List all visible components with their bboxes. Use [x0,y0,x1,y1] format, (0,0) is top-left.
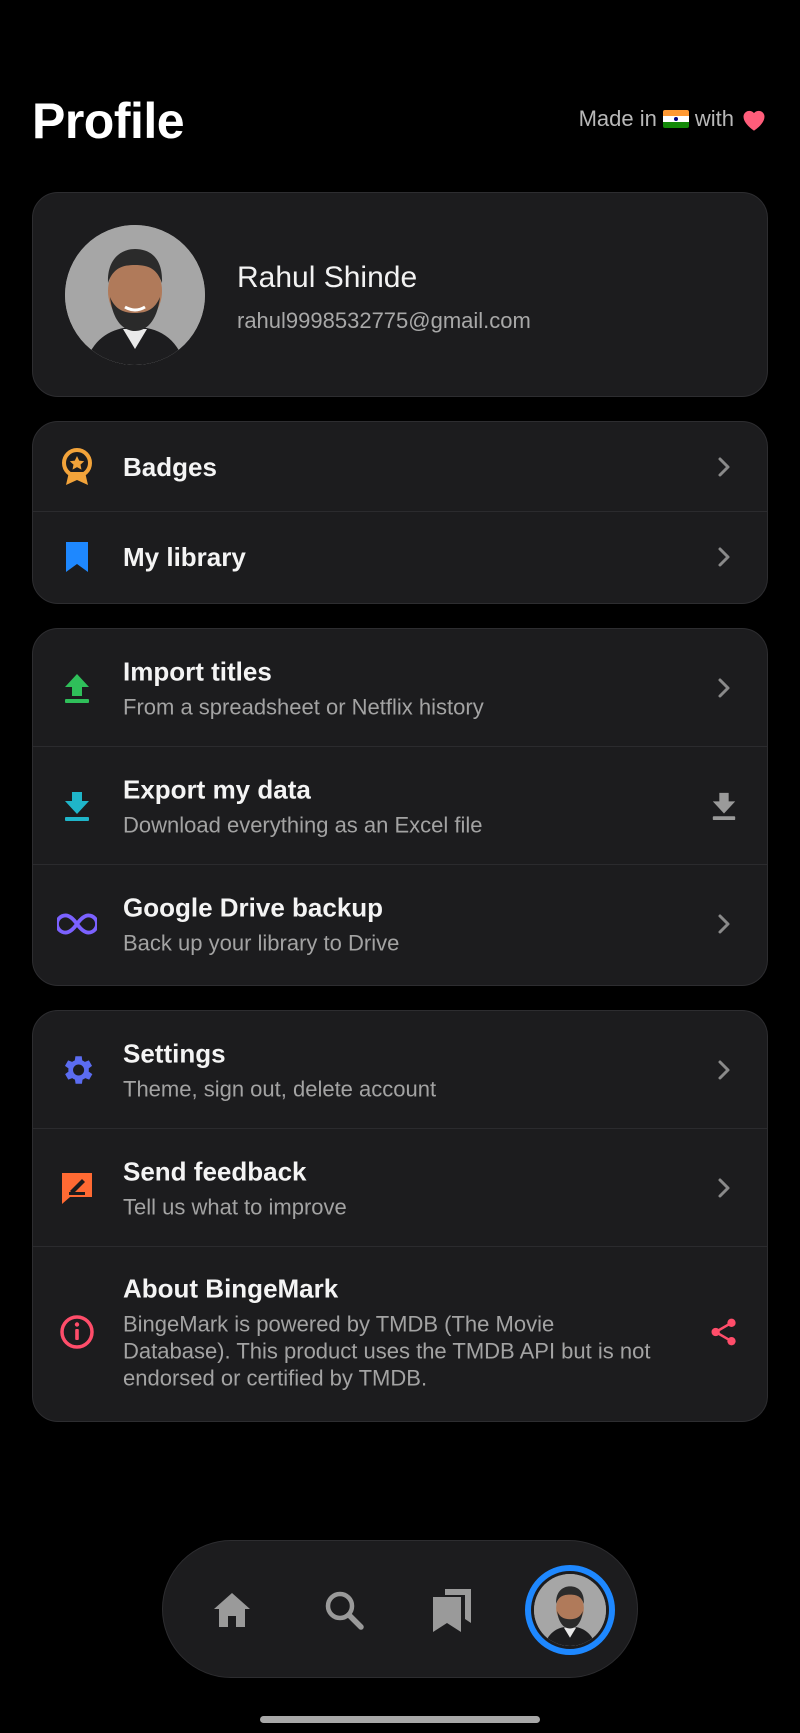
profile-card[interactable]: Rahul Shinde rahul9998532775@gmail.com [32,192,768,397]
badges-row[interactable]: Badges [33,422,767,512]
page-title: Profile [32,93,185,149]
badge-icon [57,447,97,487]
bottom-nav [162,1540,638,1678]
download-icon [57,786,97,826]
row-subtitle: From a spreadsheet or Netflix history [123,694,484,719]
google-drive-backup-text: Google Drive backup Back up your library… [123,892,667,957]
bookmark-icon [57,537,97,577]
row-subtitle: Tell us what to improve [123,1194,347,1219]
nav-avatar-image [534,1574,606,1646]
chevron-right-icon [709,673,739,703]
about-row[interactable]: About BingeMark BingeMark is powered by … [33,1247,767,1417]
heart-icon [743,110,765,131]
search-icon[interactable] [309,1575,379,1645]
user-email: rahul9998532775@gmail.com [237,308,531,333]
row-subtitle: Back up your library to Drive [123,930,400,956]
home-indicator [260,1716,540,1723]
menu-group-data: Import titles From a spreadsheet or Netf… [32,628,768,986]
header: Profile Made in with [32,88,768,158]
menu-group-library: Badges My library [32,421,768,604]
menu-group-app: Settings Theme, sign out, delete account… [32,1010,768,1422]
made-in-prefix: Made in [578,106,657,131]
india-flag-icon [662,110,689,128]
chevron-right-icon [709,909,739,939]
chevron-right-icon [709,542,739,572]
row-label: Badges [123,451,217,482]
share-icon[interactable] [709,1317,739,1347]
import-titles-text: Import titles From a spreadsheet or Netf… [123,655,667,720]
row-label: Send feedback [123,1156,307,1186]
chevron-right-icon [709,1055,739,1085]
user-name: Rahul Shinde [237,261,418,294]
info-icon [57,1312,97,1352]
chevron-right-icon [709,1173,739,1203]
avatar [65,225,205,365]
send-feedback-text: Send feedback Tell us what to improve [123,1155,667,1220]
library-icon[interactable] [417,1575,487,1645]
row-label: My library [123,542,246,572]
gear-icon [57,1050,97,1090]
made-in-suffix: with [694,106,734,131]
home-icon[interactable] [197,1575,267,1645]
export-data-text: Export my data Download everything as an… [123,773,667,838]
download-action-icon[interactable] [709,791,739,821]
export-data-row[interactable]: Export my data Download everything as an… [33,747,767,865]
badges-text: Badges [123,451,667,483]
chevron-right-icon [709,452,739,482]
made-in-note: Made in with [579,106,768,132]
row-label: Export my data [123,774,311,804]
row-label: Google Drive backup [123,892,384,923]
my-library-row[interactable]: My library [33,512,767,602]
row-subtitle: BingeMark is powered by TMDB (The Movie … [123,1311,651,1391]
my-library-text: My library [123,541,667,573]
row-label: Settings [123,1038,226,1068]
row-label: Import titles [123,656,272,686]
settings-text: Settings Theme, sign out, delete account [123,1037,667,1102]
about-text: About BingeMark BingeMark is powered by … [123,1273,667,1392]
row-subtitle: Theme, sign out, delete account [123,1076,437,1101]
import-titles-row[interactable]: Import titles From a spreadsheet or Netf… [33,629,767,747]
settings-row[interactable]: Settings Theme, sign out, delete account [33,1011,767,1129]
infinity-icon [57,904,97,944]
row-subtitle: Download everything as an Excel file [123,812,483,837]
row-label: About BingeMark [123,1273,339,1304]
send-feedback-row[interactable]: Send feedback Tell us what to improve [33,1129,767,1247]
google-drive-backup-row[interactable]: Google Drive backup Back up your library… [33,865,767,983]
upload-icon [57,668,97,708]
profile-screen: Profile Made in with Rahul Shinde rahul9… [0,0,800,1733]
feedback-icon [57,1168,97,1208]
profile-avatar[interactable] [525,1565,615,1655]
